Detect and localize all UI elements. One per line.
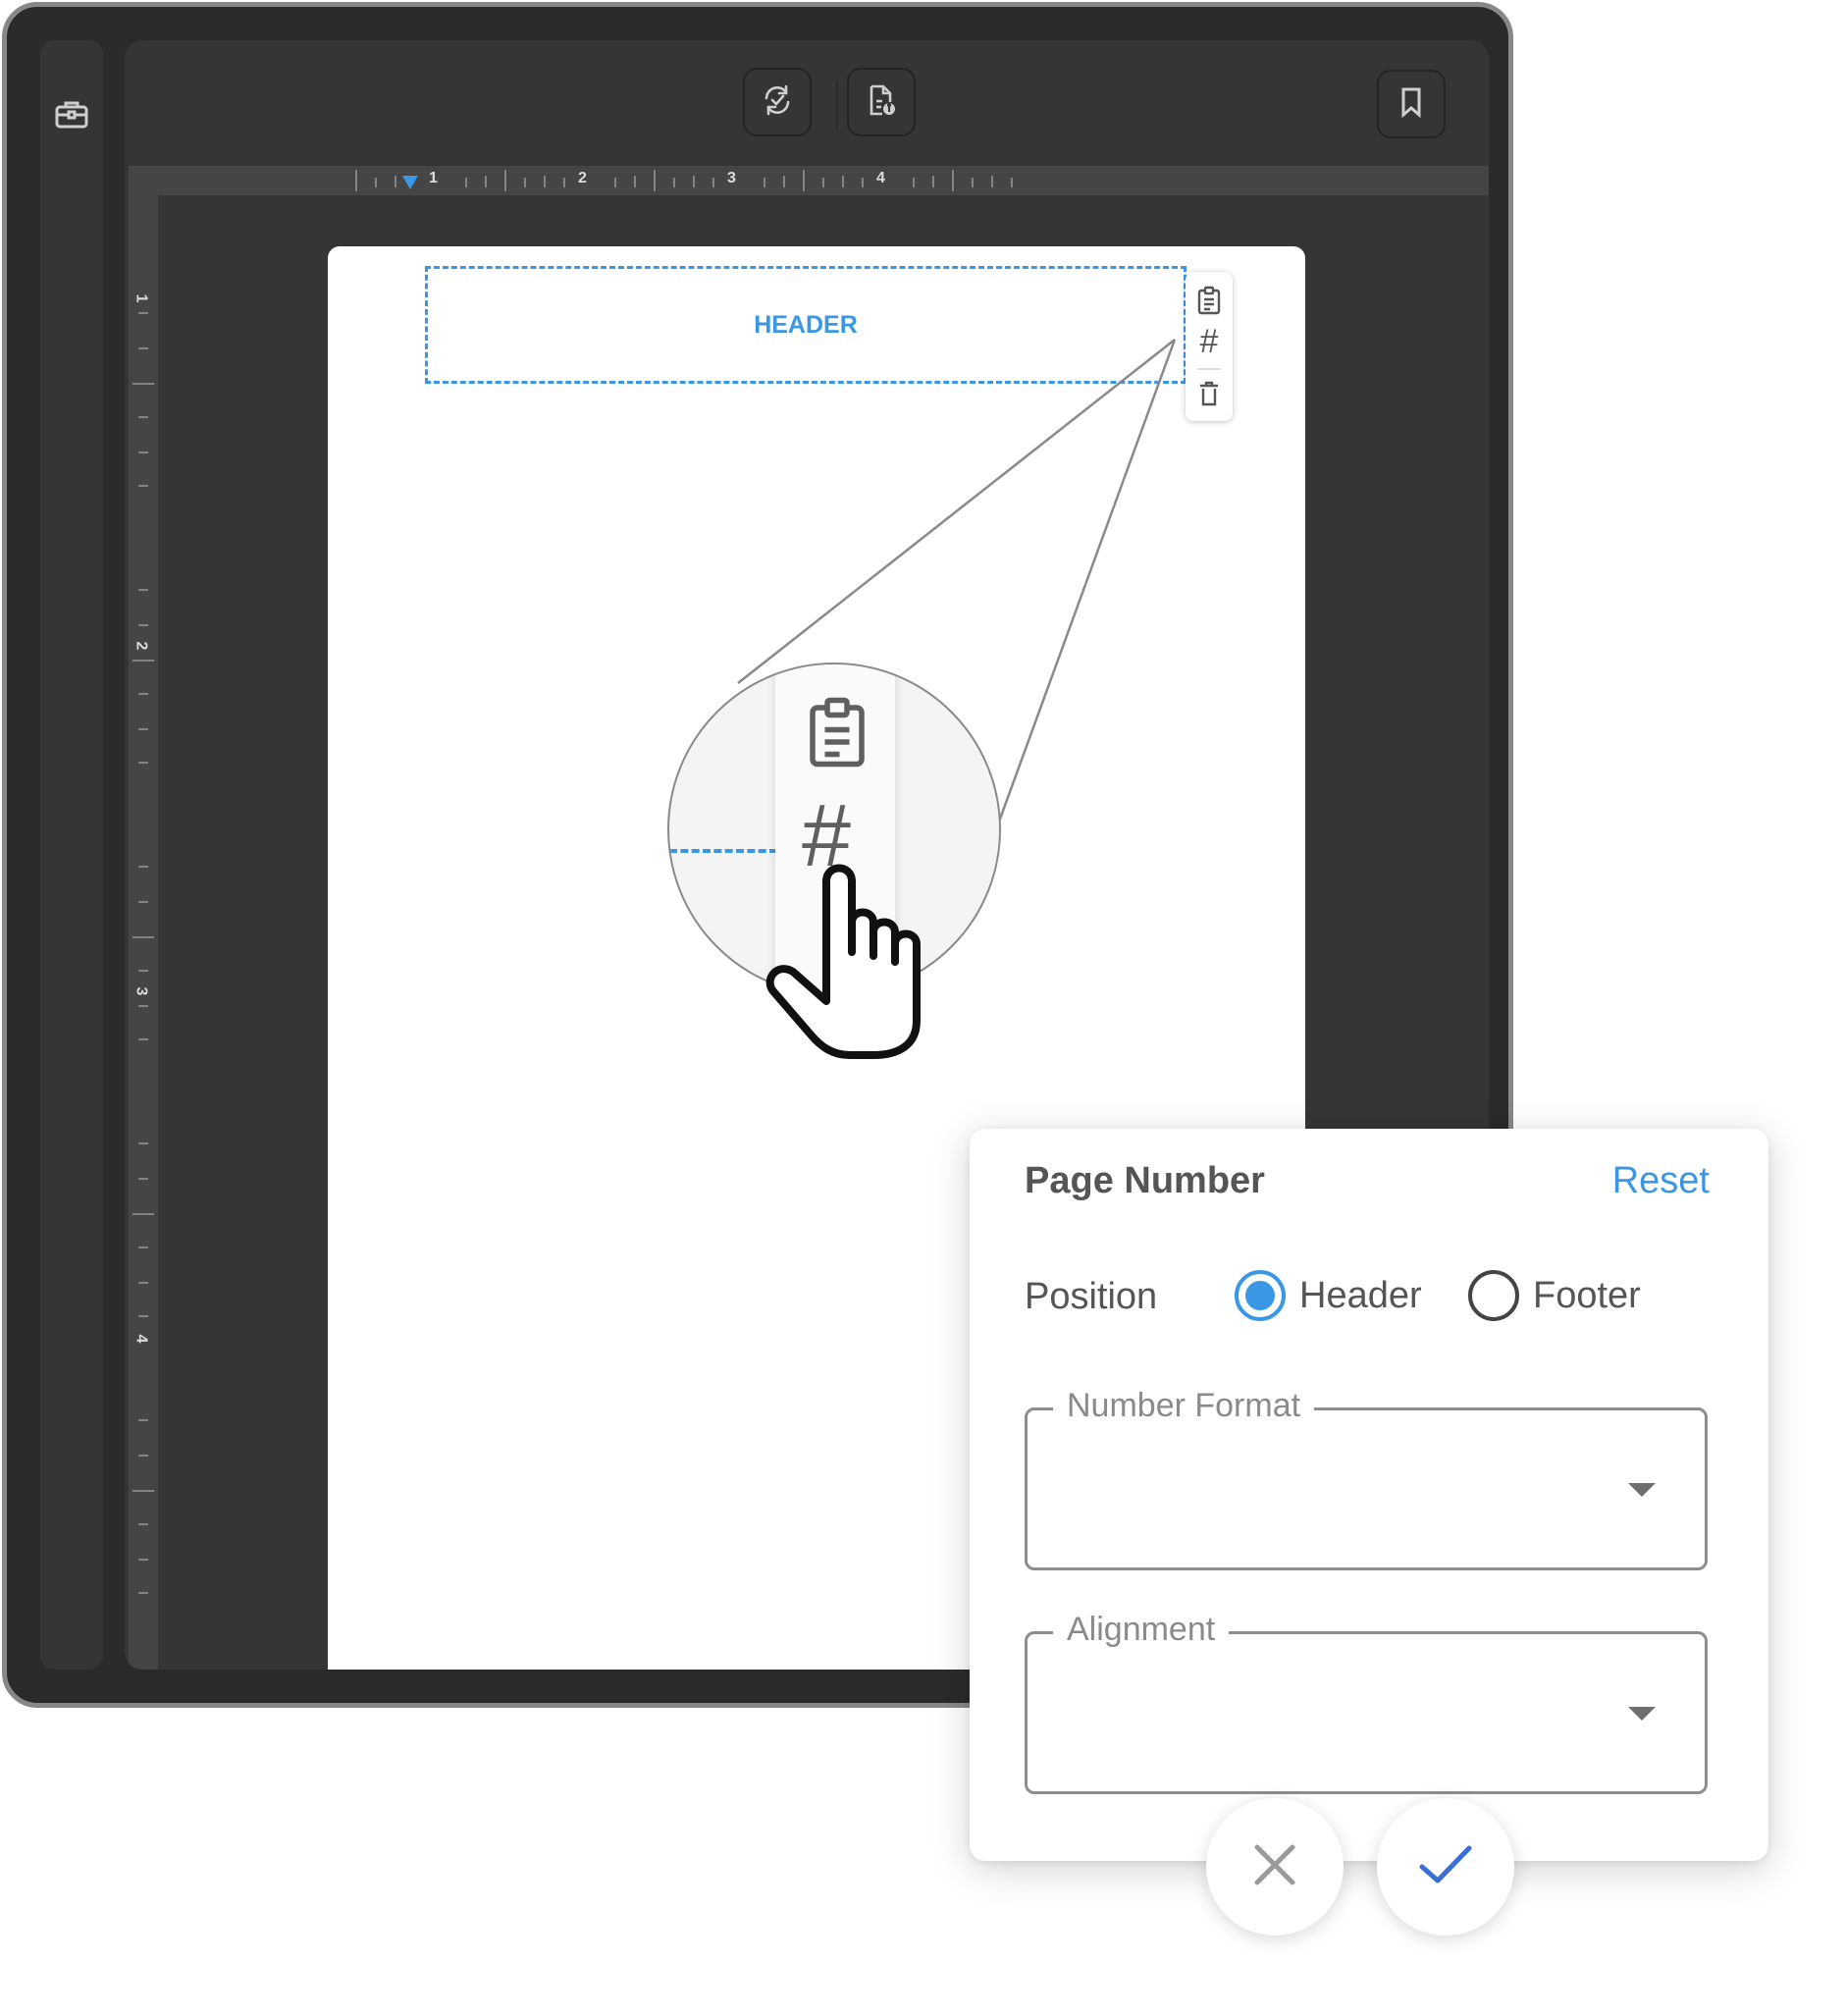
ruler-mark: 1 <box>132 293 150 303</box>
alignment-select[interactable]: Alignment <box>1025 1611 1708 1794</box>
sync-check-icon <box>760 82 795 123</box>
ruler-mark: 2 <box>132 641 150 651</box>
horizontal-ruler: 1 2 3 4 <box>129 166 1489 195</box>
trash-icon[interactable] <box>1186 380 1233 407</box>
number-format-label: Number Format <box>1053 1387 1315 1425</box>
cancel-button[interactable] <box>1206 1798 1344 1936</box>
ruler-mark: 3 <box>132 986 150 996</box>
pointer-hand-icon <box>756 854 942 1060</box>
ruler-mark: 1 <box>429 170 438 186</box>
header-label: HEADER <box>754 310 858 339</box>
clipboard-icon <box>803 694 871 775</box>
position-label: Position <box>1025 1276 1158 1317</box>
bookmark-icon <box>1397 85 1426 124</box>
chevron-down-icon <box>1628 1483 1656 1497</box>
document-info-icon <box>864 82 899 123</box>
radio-button[interactable] <box>1468 1270 1519 1321</box>
radio-label: Footer <box>1533 1274 1641 1316</box>
radio-button[interactable] <box>1235 1270 1286 1321</box>
left-sidebar <box>40 40 103 1670</box>
chevron-down-icon <box>1628 1707 1656 1721</box>
clipboard-icon[interactable] <box>1186 286 1233 315</box>
close-icon <box>1252 1842 1297 1892</box>
document-info-button[interactable] <box>847 68 916 136</box>
page-number-dialog: Page Number Reset Position Header Footer… <box>970 1129 1768 1861</box>
tool-divider <box>1197 368 1221 370</box>
indent-marker[interactable] <box>402 176 418 189</box>
number-format-select[interactable]: Number Format <box>1025 1387 1708 1570</box>
radio-label: Header <box>1299 1274 1422 1316</box>
header-tools-menu: # <box>1186 272 1233 421</box>
alignment-label: Alignment <box>1053 1611 1230 1649</box>
zoomed-header-border <box>669 849 777 853</box>
ruler-mark: 4 <box>132 1334 150 1344</box>
radio-footer[interactable]: Footer <box>1468 1270 1641 1321</box>
radio-header[interactable]: Header <box>1235 1270 1422 1321</box>
sync-button[interactable] <box>743 68 812 136</box>
toolbar-divider <box>836 81 838 129</box>
hash-icon[interactable]: # <box>1186 325 1233 358</box>
ruler-mark: 2 <box>578 170 587 186</box>
reset-button[interactable]: Reset <box>1612 1160 1710 1202</box>
confirm-button[interactable] <box>1377 1798 1514 1936</box>
ruler-mark: 3 <box>727 170 736 186</box>
bookmark-button[interactable] <box>1377 70 1446 138</box>
toolbox-icon[interactable] <box>54 97 89 133</box>
dialog-title: Page Number <box>1025 1160 1265 1201</box>
vertical-ruler: 1 2 3 4 <box>129 195 158 1670</box>
ruler-mark: 4 <box>876 170 885 186</box>
header-region[interactable]: HEADER <box>425 266 1186 384</box>
check-icon <box>1418 1843 1473 1891</box>
